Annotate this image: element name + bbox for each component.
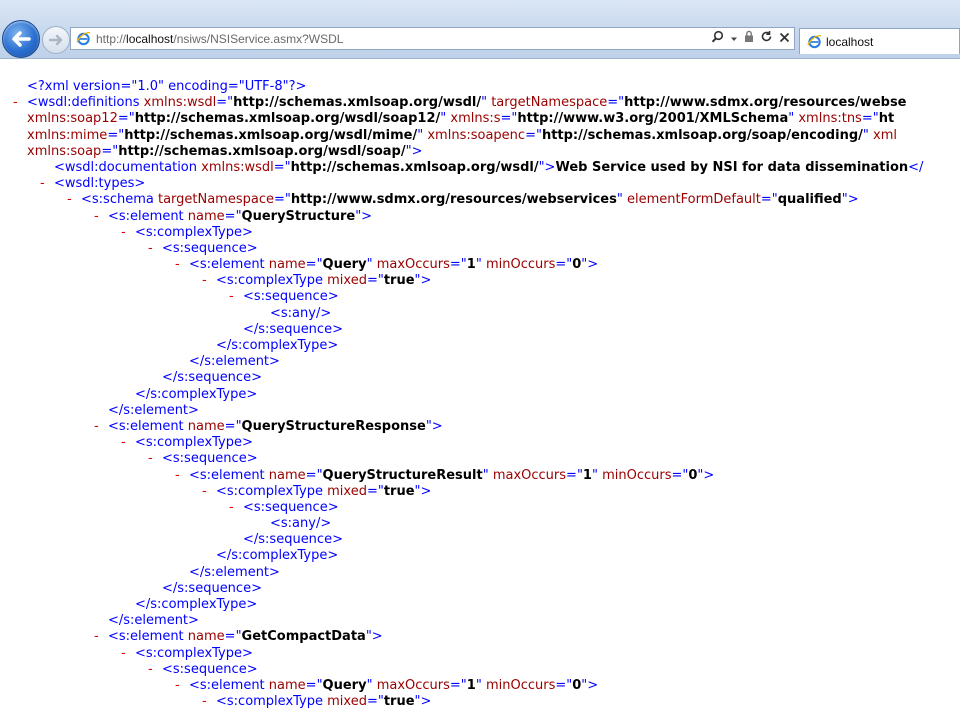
tab-title: localhost: [826, 35, 874, 49]
address-url[interactable]: http://localhost/nsiws/NSIService.asmx?W…: [96, 32, 343, 46]
collapse-toggle[interactable]: -: [13, 95, 18, 111]
dropdown-icon[interactable]: [730, 30, 738, 48]
xml-document-view: <?xml version="1.0" encoding="UTF-8"?> -…: [13, 79, 924, 710]
xml-declaration: <?xml version="1.0" encoding="UTF-8"?>: [27, 79, 307, 94]
forward-arrow-icon: [48, 34, 63, 46]
collapse-toggle[interactable]: -: [202, 273, 207, 289]
collapse-toggle[interactable]: -: [67, 192, 72, 208]
refresh-icon[interactable]: [760, 30, 773, 48]
collapse-toggle[interactable]: -: [175, 678, 180, 694]
collapse-toggle[interactable]: -: [121, 435, 126, 451]
collapse-toggle[interactable]: -: [94, 419, 99, 435]
collapse-toggle[interactable]: -: [94, 629, 99, 645]
documentation-text: Web Service used by NSI for data dissemi…: [555, 159, 909, 175]
browser-chrome: http://localhost/nsiws/NSIService.asmx?W…: [0, 0, 960, 59]
collapse-toggle[interactable]: -: [229, 289, 234, 305]
collapse-toggle[interactable]: -: [175, 468, 180, 484]
stop-icon[interactable]: [779, 30, 790, 48]
address-bar[interactable]: http://localhost/nsiws/NSIService.asmx?W…: [70, 27, 795, 50]
collapse-toggle[interactable]: -: [202, 694, 207, 710]
collapse-toggle[interactable]: -: [175, 257, 180, 273]
search-icon[interactable]: [711, 30, 724, 48]
forward-button[interactable]: [42, 26, 70, 54]
collapse-toggle[interactable]: -: [148, 662, 153, 678]
ie-page-icon: [807, 35, 822, 49]
back-arrow-icon: [12, 31, 31, 47]
collapse-toggle[interactable]: -: [40, 176, 45, 192]
collapse-toggle[interactable]: -: [148, 451, 153, 467]
collapse-toggle[interactable]: -: [121, 225, 126, 241]
collapse-toggle[interactable]: -: [202, 484, 207, 500]
collapse-toggle[interactable]: -: [121, 646, 126, 662]
back-button[interactable]: [2, 20, 40, 58]
ie-page-icon: [76, 32, 91, 46]
collapse-toggle[interactable]: -: [229, 500, 234, 516]
collapse-toggle[interactable]: -: [148, 241, 153, 257]
collapse-toggle[interactable]: -: [94, 209, 99, 225]
lock-icon[interactable]: [744, 30, 754, 48]
tab-localhost[interactable]: localhost: [799, 28, 960, 54]
